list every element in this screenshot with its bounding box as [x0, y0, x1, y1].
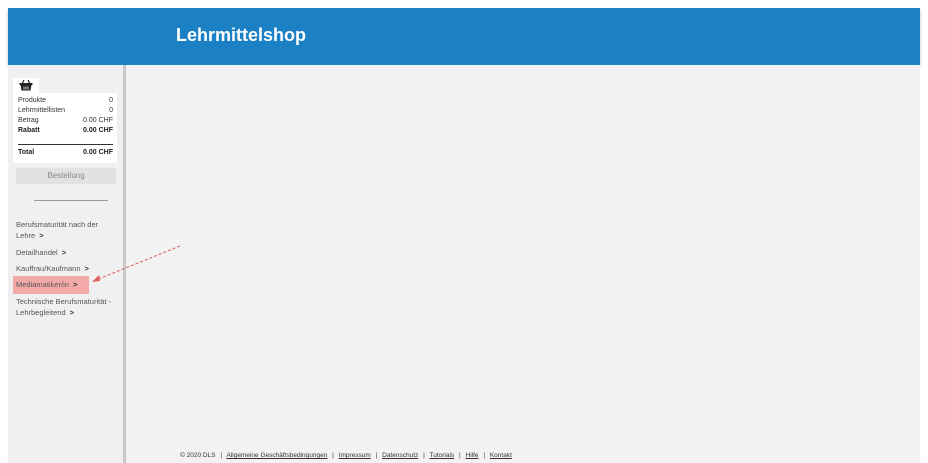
total-divider [18, 144, 113, 145]
pointer-arrow-icon [92, 245, 181, 282]
chevron-right-icon: > [72, 280, 78, 289]
chevron-right-icon: > [61, 248, 67, 257]
cart-row-label: Rabatt [18, 127, 40, 134]
category-detailhandel[interactable]: Detailhandel > [16, 247, 66, 258]
footer-separator: | [483, 452, 486, 459]
cart-row-label: Produkte [18, 97, 47, 104]
cart-row-amount: Betrag 0.00 CHF [18, 117, 113, 127]
copyright: © 2020 DLS [180, 452, 216, 459]
cart-row-total: Total 0.00 CHF [18, 149, 113, 159]
cart-row-label: Total [18, 149, 35, 156]
category-label: Berufsmaturität nach der [16, 220, 99, 229]
shopping-basket-icon [19, 79, 33, 91]
sidebar-separator [34, 200, 108, 201]
category-label: Detailhandel [16, 248, 58, 257]
cart-row-discount: Rabatt 0.00 CHF [18, 127, 113, 137]
chevron-right-icon: > [69, 308, 75, 317]
cart-summary: Produkte 0 Lehrmittellisten 0 Betrag 0.0… [13, 93, 117, 163]
footer-separator: | [220, 452, 223, 459]
footer-separator: | [423, 452, 425, 459]
footer: © 2020 DLS | Allgemeine Geschäftsbedingu… [180, 452, 512, 459]
footer-link-hilfe[interactable]: Hilfe [466, 452, 479, 459]
footer-separator: | [332, 452, 334, 459]
category-mediamatiker[interactable]: Mediamatiker/in > [16, 279, 77, 290]
cart-row-label: Betrag [18, 117, 39, 124]
category-label: Mediamatiker/in [16, 280, 69, 289]
footer-link-kontakt[interactable]: Kontakt [490, 452, 512, 459]
cart-row-value: 0.00 CHF [83, 127, 113, 134]
cart-row-value: 0.00 CHF [83, 117, 113, 124]
category-label: Kauffrau/Kaufmann [16, 264, 81, 273]
chevron-right-icon: > [39, 231, 44, 240]
footer-link-datenschutz[interactable]: Datenschutz [382, 452, 418, 459]
cart-row-value: 0 [109, 107, 113, 114]
footer-link-agb[interactable]: Allgemeine Geschäftsbedingungen [226, 452, 327, 459]
order-button[interactable]: Bestellung [16, 168, 116, 184]
category-label: Lehre [16, 231, 36, 240]
cart-row-value: 0 [109, 97, 113, 104]
cart-row-products: Produkte 0 [18, 97, 113, 107]
app-title[interactable]: Lehrmittelshop [176, 25, 306, 46]
cart-row-label: Lehrmittellisten [18, 107, 66, 114]
footer-separator: | [458, 452, 461, 459]
footer-link-tutorials[interactable]: Tutorials [429, 452, 454, 459]
cart-row-value: 0.00 CHF [83, 149, 113, 156]
category-berufsmaturitaet-nach-der-lehre[interactable]: Berufsmaturität nach der Lehre > [16, 219, 98, 241]
app-header: Lehrmittelshop [8, 8, 920, 65]
cart-row-lists: Lehrmittellisten 0 [18, 107, 113, 117]
main-content [126, 65, 920, 463]
category-label: Technische Berufsmaturität - [16, 297, 112, 306]
category-kauffrau-kaufmann[interactable]: Kauffrau/Kaufmann > [16, 263, 89, 274]
chevron-right-icon: > [84, 264, 89, 273]
footer-link-impressum[interactable]: Impressum [339, 452, 371, 459]
footer-separator: | [375, 452, 378, 459]
category-label: Lehrbegleitend [16, 308, 66, 317]
category-technische-berufsmaturitaet[interactable]: Technische Berufsmaturität - Lehrbegleit… [16, 296, 111, 318]
cart-tab[interactable] [13, 78, 39, 93]
